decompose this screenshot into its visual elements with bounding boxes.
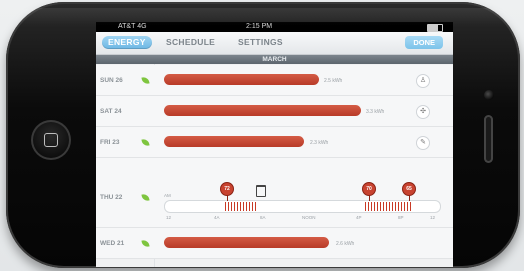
leaf-icon: [141, 76, 150, 85]
temperature-marker[interactable]: 65: [402, 182, 416, 196]
home-button[interactable]: [31, 120, 71, 160]
ampm-label: AM: [164, 193, 171, 198]
top-nav: ENERGY SCHEDULE SETTINGS DONE: [96, 32, 453, 55]
month-header: MARCH: [96, 55, 453, 64]
schedule-timeline[interactable]: [164, 200, 441, 213]
tick-label: 8A: [260, 215, 266, 220]
usage-bar[interactable]: [164, 105, 361, 116]
temperature-marker[interactable]: 72: [220, 182, 234, 196]
fan-icon[interactable]: ✣: [416, 105, 430, 119]
day-label: SUN 26: [100, 77, 123, 84]
camera-icon: [484, 90, 494, 100]
phone-frame: AT&T 4G 2:15 PM ENERGY SCHEDULE SETTINGS…: [6, 2, 520, 268]
day-label: WED 21: [100, 240, 125, 247]
day-label: FRI 23: [100, 139, 120, 146]
temperature-marker[interactable]: 70: [362, 182, 376, 196]
battery-icon: [427, 24, 443, 32]
tab-schedule[interactable]: SCHEDULE: [166, 36, 215, 49]
trash-icon[interactable]: [256, 185, 266, 197]
usage-value: 2.3 kWh: [310, 140, 329, 146]
tick-label: NOON: [302, 215, 316, 220]
done-button[interactable]: DONE: [405, 36, 443, 49]
tick-label: 12: [430, 215, 436, 220]
tick-label: 4A: [214, 215, 220, 220]
tick-label: 12: [166, 215, 172, 220]
status-time: 2:15 PM: [246, 23, 273, 30]
usage-bar[interactable]: [164, 74, 319, 85]
person-icon[interactable]: ♙: [416, 74, 430, 88]
usage-value: 2.5 kWh: [324, 78, 343, 84]
day-row[interactable]: SUN 26 2.5 kWh ♙: [96, 65, 453, 96]
usage-bar[interactable]: [164, 136, 304, 147]
usage-value: 3.3 kWh: [366, 109, 385, 115]
leaf-icon: [141, 239, 150, 248]
speaker-icon: [484, 115, 493, 163]
day-row[interactable]: FRI 23 2.3 kWh ✎: [96, 127, 453, 158]
tick-label: 8P: [398, 215, 404, 220]
carrier-label: AT&T 4G: [118, 23, 147, 30]
day-label: THU 22: [100, 194, 123, 201]
usage-segment: [365, 202, 413, 211]
thermostat-icon[interactable]: ✎: [416, 136, 430, 150]
day-row[interactable]: SAT 24 3.3 kWh ✣: [96, 96, 453, 127]
tab-settings[interactable]: SETTINGS: [238, 36, 283, 49]
leaf-icon: [141, 193, 150, 202]
usage-segment: [225, 202, 257, 211]
day-label: SAT 24: [100, 108, 122, 115]
phone-screen: AT&T 4G 2:15 PM ENERGY SCHEDULE SETTINGS…: [96, 22, 453, 267]
day-row[interactable]: WED 21 2.6 kWh: [96, 228, 453, 259]
home-square-icon: [44, 133, 58, 147]
tab-energy[interactable]: ENERGY: [102, 36, 152, 49]
tick-label: 4P: [356, 215, 362, 220]
usage-value: 2.6 kWh: [336, 241, 355, 247]
status-bar: AT&T 4G 2:15 PM: [96, 22, 453, 32]
leaf-icon: [141, 138, 150, 147]
usage-bar[interactable]: [164, 237, 329, 248]
